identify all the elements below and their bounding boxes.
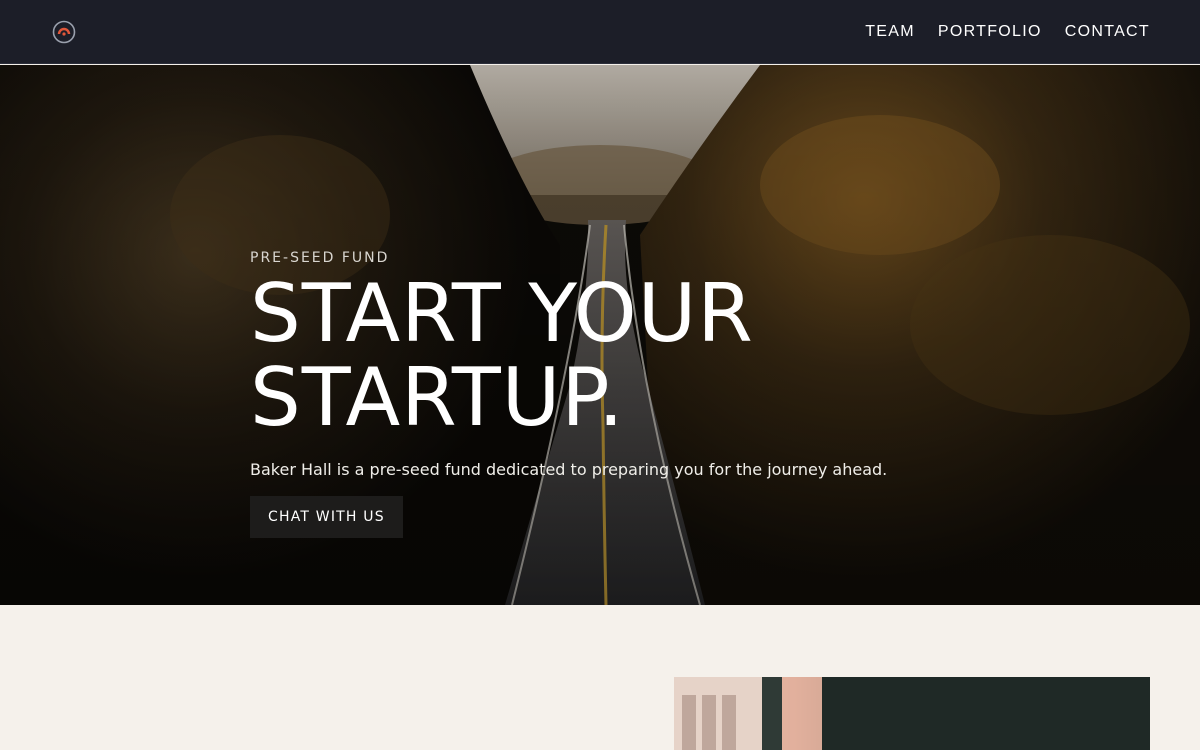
site-logo[interactable]	[52, 20, 76, 44]
nav-link-contact[interactable]: CONTACT	[1065, 23, 1150, 41]
hero-subtext: Baker Hall is a pre-seed fund dedicated …	[250, 460, 888, 479]
chat-with-us-button[interactable]: CHAT WITH US	[250, 496, 403, 538]
headline-line-2: STARTUP.	[250, 351, 625, 444]
hero-headline: START YOUR STARTUP.	[250, 272, 950, 440]
headline-line-1: START YOUR	[250, 267, 754, 360]
hero-section: PRE-SEED FUND START YOUR STARTUP. Baker …	[0, 65, 1200, 605]
building-image	[674, 677, 1150, 750]
nav-links: TEAM PORTFOLIO CONTACT	[865, 23, 1150, 41]
nav-link-portfolio[interactable]: PORTFOLIO	[938, 23, 1042, 41]
hero-eyebrow: PRE-SEED FUND	[250, 250, 390, 266]
top-navigation: TEAM PORTFOLIO CONTACT	[0, 0, 1200, 64]
gauge-logo-icon	[52, 20, 76, 43]
nav-link-team[interactable]: TEAM	[865, 23, 915, 41]
hero-content: PRE-SEED FUND START YOUR STARTUP. Baker …	[250, 250, 950, 538]
lower-section	[0, 605, 1200, 750]
